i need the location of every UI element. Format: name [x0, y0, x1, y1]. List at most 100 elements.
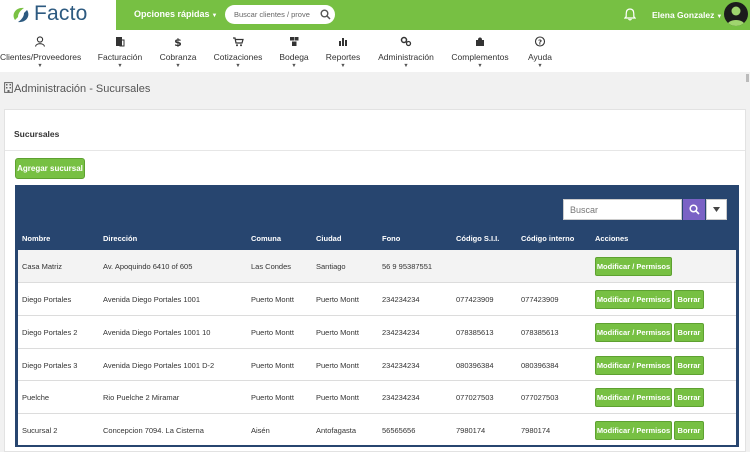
- cell-ciudad: Puerto Montt: [316, 328, 359, 337]
- search-icon[interactable]: [320, 9, 331, 20]
- caret-down-icon: ▼: [537, 63, 543, 69]
- cell-ciudad: Santiago: [316, 262, 346, 271]
- table-search-button[interactable]: [683, 199, 705, 220]
- logo[interactable]: Facto: [0, 0, 116, 30]
- cell-fono: 56565656: [382, 426, 416, 435]
- bell-icon[interactable]: [624, 8, 636, 21]
- cell-nombre: Diego Portales 3: [22, 361, 78, 370]
- top-search: [225, 5, 335, 24]
- search-icon: [689, 204, 700, 215]
- caret-down-icon: [713, 207, 720, 212]
- column-header-codigo-sii[interactable]: Código S.I.I.: [456, 234, 499, 243]
- column-header-direccion[interactable]: Dirección: [103, 234, 137, 243]
- nav-item-clientes[interactable]: Clientes/Proveedores ▼: [0, 30, 81, 72]
- cell-fono: 234234234: [382, 393, 420, 402]
- sucursales-panel: Sucursales Agregar sucursal Nombre Direc…: [4, 109, 746, 452]
- avatar[interactable]: [724, 2, 748, 26]
- svg-text:$: $: [174, 36, 182, 47]
- caret-down-icon: ▼: [175, 63, 181, 69]
- column-header-acciones: Acciones: [595, 234, 629, 243]
- client-search-input[interactable]: [234, 8, 316, 21]
- cell-nombre: Casa Matriz: [22, 262, 63, 271]
- nav-item-administracion[interactable]: Administración ▼: [376, 30, 436, 72]
- delete-button[interactable]: Borrar: [674, 356, 704, 375]
- nav-item-ayuda[interactable]: ? Ayuda ▼: [526, 30, 554, 72]
- page-title-text: Administración - Sucursales: [14, 83, 151, 95]
- user-group-icon: [34, 36, 46, 47]
- cell-direccion: Rio Puelche 2 Miramar: [103, 393, 180, 402]
- column-header-fono[interactable]: Fono: [382, 234, 400, 243]
- table-body: Casa Matriz Av. Apoquindo 6410 of 605 La…: [18, 250, 736, 445]
- column-header-comuna[interactable]: Comuna: [251, 234, 281, 243]
- search-options-dropdown[interactable]: [706, 199, 727, 220]
- cell-ciudad: Puerto Montt: [316, 361, 359, 370]
- cell-codigo-sii: 7980174: [456, 426, 486, 435]
- cell-ciudad: Antofagasta: [316, 426, 357, 435]
- cell-fono: 234234234: [382, 295, 420, 304]
- add-branch-button[interactable]: Agregar sucursal: [15, 158, 85, 179]
- modify-permissions-button[interactable]: Modificar / Permisos: [595, 323, 672, 342]
- modify-permissions-button[interactable]: Modificar / Permisos: [595, 421, 672, 440]
- nav-label: Reportes: [325, 52, 361, 62]
- delete-button[interactable]: Borrar: [674, 290, 704, 309]
- nav-item-reportes[interactable]: Reportes ▼: [324, 30, 362, 72]
- cell-fono: 234234234: [382, 328, 420, 337]
- cell-direccion: Av. Apoquindo 6410 of 605: [103, 262, 193, 271]
- quick-actions-menu[interactable]: Opciones rápidas ▼: [134, 9, 217, 19]
- cell-comuna: Puerto Montt: [251, 295, 294, 304]
- modify-permissions-button[interactable]: Modificar / Permisos: [595, 257, 672, 276]
- user-menu[interactable]: Elena Gonzalez ▼: [652, 10, 722, 20]
- cell-nombre: Puelche: [22, 393, 50, 402]
- table-row: Diego Portales 3 Avenida Diego Portales …: [18, 348, 736, 381]
- divider: [5, 150, 745, 151]
- table-search-input[interactable]: [563, 199, 682, 220]
- cogs-icon: [400, 36, 412, 47]
- caret-down-icon: ▼: [403, 63, 409, 69]
- cart-icon: [233, 37, 244, 47]
- nav-item-cobranza[interactable]: $ Cobranza ▼: [156, 30, 200, 72]
- cell-codigo-sii: 077027503: [456, 393, 494, 402]
- delete-button[interactable]: Borrar: [674, 323, 704, 342]
- panel-title: Sucursales: [14, 129, 60, 139]
- nav-item-facturacion[interactable]: Facturación ▼: [96, 30, 144, 72]
- column-header-ciudad[interactable]: Ciudad: [316, 234, 341, 243]
- table-row: Sucursal 2 Concepcion 7094. La Cisterna …: [18, 413, 736, 446]
- caret-down-icon: ▼: [477, 63, 483, 69]
- table-row: Puelche Rio Puelche 2 Miramar Puerto Mon…: [18, 380, 736, 413]
- cell-comuna: Puerto Montt: [251, 328, 294, 337]
- cell-direccion: Avenida Diego Portales 1001 D-2: [103, 361, 215, 370]
- cell-ciudad: Puerto Montt: [316, 393, 359, 402]
- svg-text:?: ?: [538, 38, 542, 46]
- nav-label: Bodega: [279, 52, 309, 62]
- cell-direccion: Avenida Diego Portales 1001 10: [103, 328, 211, 337]
- delete-button[interactable]: Borrar: [674, 388, 704, 407]
- column-header-nombre[interactable]: Nombre: [22, 234, 50, 243]
- cell-fono: 234234234: [382, 361, 420, 370]
- building-icon: [4, 82, 13, 93]
- cell-codigo-sii: 080396384: [456, 361, 494, 370]
- invoice-icon: [116, 37, 125, 47]
- help-icon: ?: [534, 36, 546, 47]
- cell-comuna: Puerto Montt: [251, 393, 294, 402]
- nav-item-bodega[interactable]: Bodega ▼: [276, 30, 312, 72]
- scrollbar-thumb[interactable]: [746, 74, 749, 82]
- cell-codigo-interno: 7980174: [521, 426, 551, 435]
- cell-direccion: Avenida Diego Portales 1001: [103, 295, 201, 304]
- modify-permissions-button[interactable]: Modificar / Permisos: [595, 388, 672, 407]
- cell-comuna: Puerto Montt: [251, 361, 294, 370]
- modify-permissions-button[interactable]: Modificar / Permisos: [595, 290, 672, 309]
- delete-button[interactable]: Borrar: [674, 421, 704, 440]
- cell-codigo-interno: 078385613: [521, 328, 559, 337]
- nav-label: Administración: [378, 52, 434, 62]
- cell-nombre: Diego Portales 2: [22, 328, 78, 337]
- modify-permissions-button[interactable]: Modificar / Permisos: [595, 356, 672, 375]
- nav-item-cotizaciones[interactable]: Cotizaciones ▼: [212, 30, 264, 72]
- nav-label: Cotizaciones: [213, 52, 263, 62]
- nav-item-complementos[interactable]: Complementos ▼: [450, 30, 510, 72]
- column-header-codigo-interno[interactable]: Código interno: [521, 234, 574, 243]
- cell-direccion: Concepcion 7094. La Cisterna: [103, 426, 204, 435]
- main-nav: Clientes/Proveedores ▼ Facturación ▼ $ C…: [0, 30, 750, 72]
- page-title: Administración - Sucursales: [4, 82, 150, 95]
- nav-label: Complementos: [451, 52, 509, 62]
- table-header: Nombre Dirección Comuna Ciudad Fono Códi…: [15, 226, 739, 250]
